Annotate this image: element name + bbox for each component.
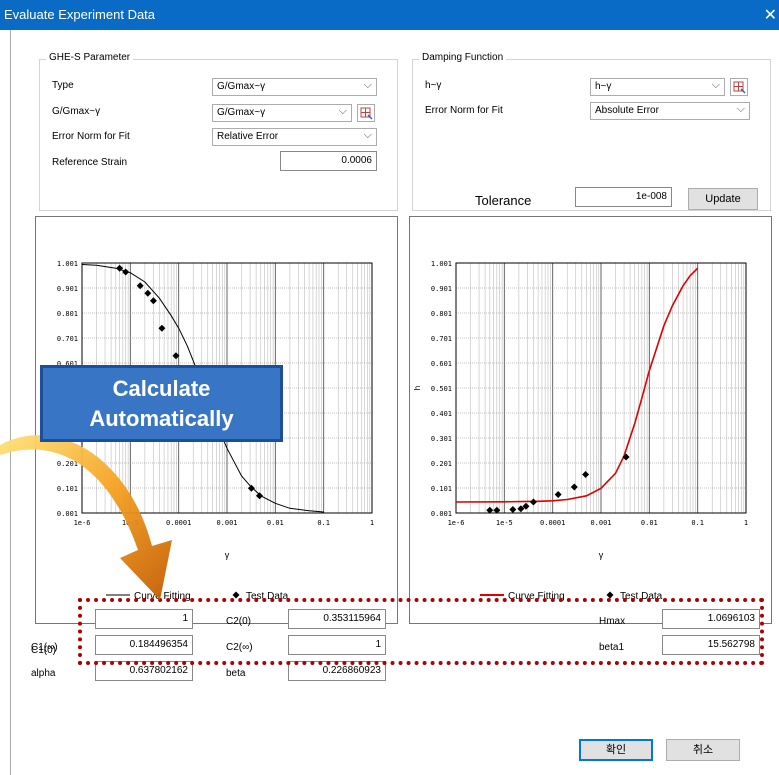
- ghe-legend: GHE-S Parameter: [46, 52, 134, 63]
- x-axis-label: γ: [599, 550, 604, 560]
- cancel-button[interactable]: 취소: [666, 739, 740, 761]
- type-select[interactable]: G/Gmax~γ ⌵: [212, 78, 377, 96]
- x-tick-label: 0.01: [641, 519, 658, 527]
- test-data-point: [149, 297, 157, 305]
- x-tick-label: 1: [370, 519, 374, 527]
- x-tick-label: 0.1: [691, 519, 704, 527]
- damping-curve-value: h~γ: [595, 81, 612, 92]
- damping-curve-select[interactable]: h~γ ⌵: [590, 78, 725, 96]
- y-tick-label: 0.001: [431, 510, 452, 518]
- x-tick-label: 0.1: [317, 519, 330, 527]
- test-data-point: [255, 492, 263, 500]
- y-tick-label: 0.401: [431, 410, 452, 418]
- y-tick-label: 0.901: [431, 285, 452, 293]
- test-data-point: [554, 491, 562, 498]
- ghe-norm-value: Relative Error: [217, 131, 279, 142]
- edit-data-icon[interactable]: [357, 104, 375, 122]
- x-tick-label: 0.001: [590, 519, 611, 527]
- x-tick-label: 1e-5: [496, 519, 513, 527]
- type-label: Type: [52, 80, 74, 91]
- damping-norm-value: Absolute Error: [595, 105, 659, 116]
- ghe-group: GHE-S Parameter Type G/Gmax~γ ⌵ G/Gmax~γ …: [39, 52, 398, 211]
- fit-curve: [455, 267, 699, 503]
- damping-norm-label: Error Norm for Fit: [425, 105, 503, 116]
- test-data-point: [116, 264, 124, 272]
- tolerance-input[interactable]: 1e-008: [575, 187, 672, 207]
- curve-label: G/Gmax~γ: [52, 106, 101, 117]
- close-icon[interactable]: ✕: [764, 5, 777, 25]
- test-data-point: [570, 483, 578, 491]
- x-tick-label: 0.01: [267, 519, 284, 527]
- damping-curve-label: h~γ: [425, 80, 442, 91]
- x-tick-label: 0.0001: [540, 519, 565, 527]
- test-data-point: [144, 289, 152, 297]
- c1-inf-label: C1(∞): [31, 642, 58, 653]
- y-tick-label: 1.001: [431, 260, 452, 268]
- chevron-down-icon: ⌵: [363, 129, 372, 141]
- update-button[interactable]: Update: [688, 188, 758, 210]
- ghe-norm-select[interactable]: Relative Error ⌵: [212, 128, 377, 146]
- window-title: Evaluate Experiment Data: [4, 7, 156, 22]
- damping-legend: Damping Function: [419, 52, 507, 63]
- alpha-label: alpha: [31, 668, 56, 679]
- tolerance-label: Tolerance: [475, 193, 532, 208]
- x-tick-label: 0.001: [216, 519, 237, 527]
- type-select-value: G/Gmax~γ: [217, 81, 266, 92]
- highlight-box: [78, 598, 764, 665]
- y-tick-label: 0.801: [431, 310, 452, 318]
- chevron-down-icon: ⌵: [338, 105, 347, 117]
- y-tick-label: 0.501: [431, 385, 452, 393]
- damping-chart: 1e-6 1e-5 0.0001 0.001 0.01 0.1 1 0.001 0.101 0.2…: [413, 260, 748, 602]
- test-data-point: [529, 498, 537, 506]
- chevron-down-icon: ⌵: [363, 79, 372, 91]
- y-tick-label: 0.901: [57, 285, 78, 293]
- damping-norm-select[interactable]: Absolute Error ⌵: [590, 102, 750, 120]
- y-tick-label: 1.001: [57, 260, 78, 268]
- callout-line1: Calculate: [112, 376, 211, 401]
- y-tick-label: 0.701: [57, 335, 78, 343]
- y-tick-label: 0.701: [431, 335, 452, 343]
- callout-line2: Automatically: [89, 406, 234, 431]
- y-tick-label: 0.101: [431, 485, 452, 493]
- test-data-point: [247, 484, 255, 492]
- y-tick-label: 0.301: [431, 435, 452, 443]
- damping-plot-panel: 1e-6 1e-5 0.0001 0.001 0.01 0.1 1 0.001 0.101 0.2…: [409, 216, 772, 624]
- ghe-norm-label: Error Norm for Fit: [52, 131, 130, 142]
- y-tick-label: 0.201: [431, 460, 452, 468]
- test-data-point: [582, 471, 590, 478]
- x-tick-label: 1: [744, 519, 748, 527]
- edit-data-icon[interactable]: [730, 78, 748, 96]
- chevron-down-icon: ⌵: [711, 79, 720, 91]
- test-data-point: [509, 506, 517, 513]
- ref-strain-label: Reference Strain: [52, 157, 128, 168]
- ok-button[interactable]: 확인: [579, 739, 653, 761]
- y-tick-label: 0.601: [431, 360, 452, 368]
- title-bar: Evaluate Experiment Data ✕: [0, 0, 779, 30]
- curve-select[interactable]: G/Gmax~γ ⌵: [212, 104, 352, 122]
- y-axis-label: h: [413, 386, 422, 390]
- x-axis-label: γ: [225, 550, 230, 560]
- test-data-point: [622, 453, 630, 461]
- curve-select-value: G/Gmax~γ: [217, 107, 266, 118]
- ref-strain-input[interactable]: 0.0006: [280, 151, 377, 171]
- x-tick-label: 1e-6: [448, 519, 465, 527]
- y-tick-label: 0.801: [57, 310, 78, 318]
- calculate-callout: Calculate Automatically: [40, 365, 283, 442]
- beta-label: beta: [226, 668, 246, 679]
- chevron-down-icon: ⌵: [736, 103, 745, 115]
